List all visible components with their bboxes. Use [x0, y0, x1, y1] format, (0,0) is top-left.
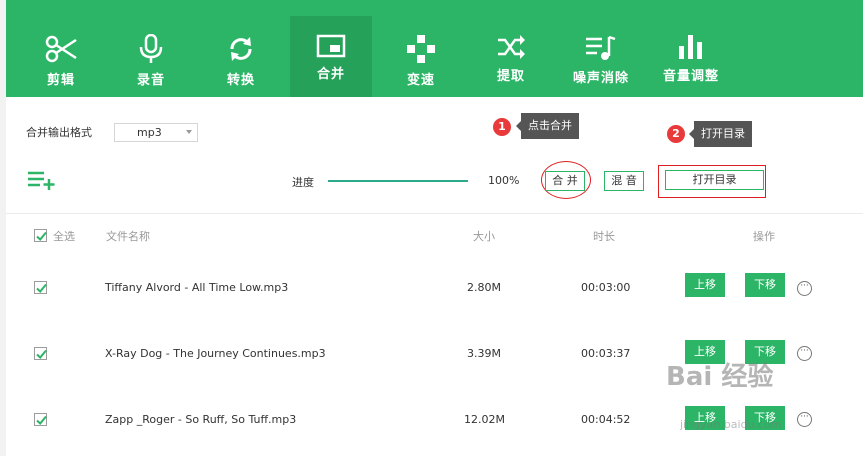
tool-extract-label: 提取 — [496, 69, 525, 84]
tool-extract[interactable]: 提取 — [470, 26, 552, 97]
header-name: 文件名称 — [106, 230, 150, 243]
merge-button[interactable]: 合 并 — [545, 171, 585, 191]
header-select-all: 全选 — [53, 230, 75, 243]
progress-bar — [328, 180, 468, 182]
add-files-icon[interactable] — [28, 170, 56, 194]
tool-clip[interactable]: 剪辑 — [20, 26, 102, 97]
microphone-icon — [139, 34, 163, 63]
app-window: 剪辑 录音 转换 合并 变速 提取 噪声消除 音量调整 合并输出格式 mp3 进… — [0, 0, 863, 456]
format-label: 合并输出格式 — [26, 126, 92, 139]
speed-icon — [407, 35, 435, 63]
file-size: 3.39M — [467, 347, 501, 360]
move-up-button[interactable]: 上移 — [685, 273, 725, 297]
select-all-checkbox[interactable] — [34, 229, 47, 242]
header-size: 大小 — [473, 230, 495, 243]
convert-icon — [230, 37, 252, 61]
volume-icon — [679, 35, 702, 59]
tool-speed[interactable]: 变速 — [380, 26, 462, 97]
watermark-logo: Bai 经验 — [666, 362, 774, 392]
progress-value: 100% — [488, 174, 520, 187]
noise-icon — [586, 35, 616, 60]
progress-fill — [328, 180, 468, 182]
step-badge-1: 1 — [493, 118, 511, 136]
tool-convert[interactable]: 转换 — [200, 26, 282, 97]
tool-record[interactable]: 录音 — [110, 26, 192, 97]
row-checkbox[interactable] — [34, 281, 47, 294]
divider — [6, 213, 863, 214]
check-icon — [36, 231, 47, 241]
tool-merge[interactable]: 合并 — [290, 16, 372, 97]
more-options-icon[interactable]: ··· — [797, 346, 812, 361]
file-name: X-Ray Dog - The Journey Continues.mp3 — [105, 347, 326, 360]
tooltip-step1: 点击合并 — [516, 113, 579, 139]
tool-clip-label: 剪辑 — [46, 73, 75, 88]
tool-record-label: 录音 — [136, 73, 165, 88]
move-down-button[interactable]: 下移 — [745, 273, 785, 297]
open-dir-button[interactable]: 打开目录 — [665, 170, 764, 190]
header-duration: 时长 — [593, 230, 615, 243]
tool-volume-label: 音量调整 — [662, 69, 719, 84]
progress-label: 进度 — [292, 176, 314, 189]
row-checkbox[interactable] — [34, 413, 47, 426]
tool-convert-label: 转换 — [226, 73, 255, 88]
more-options-icon[interactable]: ··· — [797, 412, 812, 427]
chevron-down-icon — [186, 130, 192, 134]
file-duration: 00:03:37 — [581, 347, 631, 360]
scissors-icon — [45, 35, 77, 63]
top-toolbar: 剪辑 录音 转换 合并 变速 提取 噪声消除 音量调整 — [6, 0, 863, 97]
check-icon — [36, 349, 47, 359]
tool-volume[interactable]: 音量调整 — [650, 26, 732, 97]
file-size: 2.80M — [467, 281, 501, 294]
merge-icon — [316, 34, 346, 58]
tool-noise-label: 噪声消除 — [572, 71, 629, 86]
watermark-url: jingyan.baidu.com — [680, 418, 782, 431]
more-options-icon[interactable]: ··· — [797, 281, 812, 296]
step-badge-2: 2 — [667, 125, 685, 143]
format-select[interactable]: mp3 — [114, 123, 198, 142]
check-icon — [36, 283, 47, 293]
tool-noise[interactable]: 噪声消除 — [560, 26, 642, 97]
tool-merge-label: 合并 — [316, 67, 345, 82]
header-ops: 操作 — [753, 230, 775, 243]
extract-icon — [498, 35, 525, 59]
file-name: Tiffany Alvord - All Time Low.mp3 — [105, 281, 289, 294]
file-size: 12.02M — [464, 413, 505, 426]
check-icon — [36, 415, 47, 425]
file-name: Zapp _Roger - So Ruff, So Tuff.mp3 — [105, 413, 297, 426]
tool-speed-label: 变速 — [406, 73, 435, 88]
format-value: mp3 — [137, 126, 162, 139]
mix-button[interactable]: 混 音 — [604, 171, 644, 191]
file-duration: 00:03:00 — [581, 281, 631, 294]
row-checkbox[interactable] — [34, 347, 47, 360]
file-duration: 00:04:52 — [581, 413, 631, 426]
tooltip-step2: 打开目录 — [689, 121, 752, 147]
